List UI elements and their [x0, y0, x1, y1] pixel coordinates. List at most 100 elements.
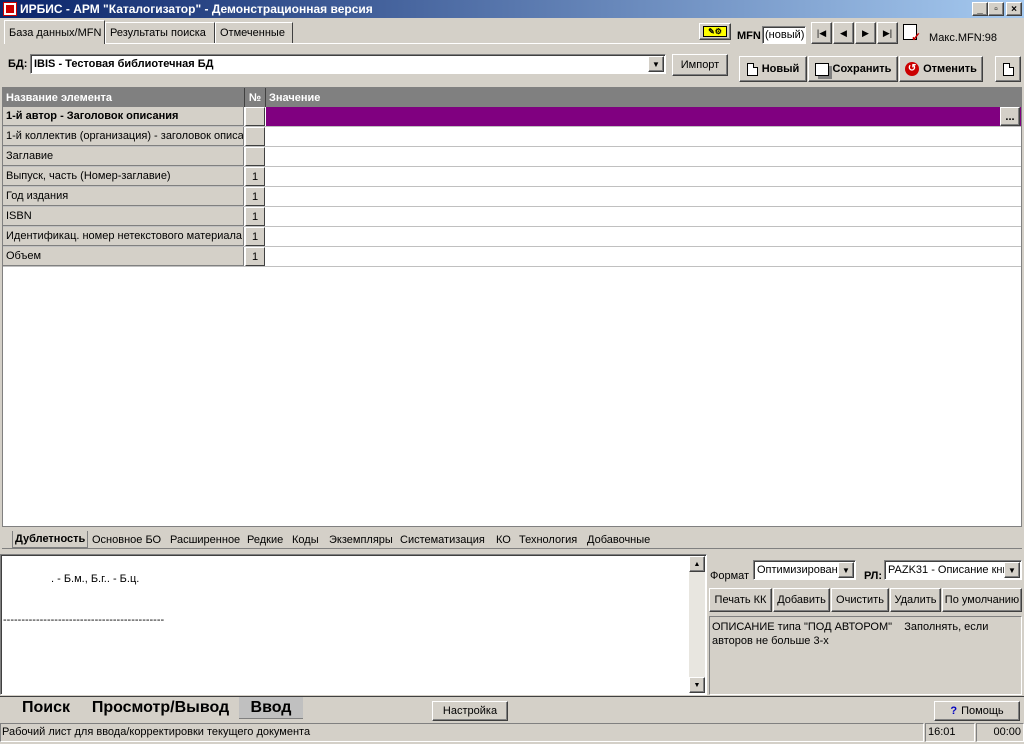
preview-panel: . - Б.м., Б.г.. - Б.ц. -----------------…	[0, 554, 707, 695]
db-value: IBIS - Тестовая библиотечная БД	[34, 58, 214, 70]
row-value-input[interactable]	[266, 227, 1021, 246]
row-num	[245, 107, 265, 126]
preview-line: . - Б.м., Б.г.. - Б.ц.	[51, 573, 140, 585]
settings-button[interactable]: Настройка	[432, 701, 508, 721]
tools-icon: ✎⚙	[703, 26, 727, 37]
prev-record-button[interactable]: ◀	[833, 22, 854, 44]
ellipsis-button[interactable]: ...	[1000, 107, 1020, 126]
tab-database-mfn[interactable]: База данных/MFN	[4, 20, 105, 44]
delete-button[interactable]: Удалить	[890, 588, 941, 612]
row-num: 1	[245, 187, 265, 206]
subtab-baseline	[2, 548, 1022, 549]
row-num: 1	[245, 167, 265, 186]
subtab-technology[interactable]: Технология	[517, 531, 579, 548]
table-row[interactable]: ISBN 1	[3, 207, 1021, 227]
preview-separator: ----------------------------------------…	[3, 614, 165, 626]
next-icon: ▶	[862, 27, 869, 38]
next-record-button[interactable]: ▶	[855, 22, 876, 44]
scroll-down-button[interactable]: ▼	[689, 677, 705, 693]
row-value-input[interactable]	[266, 207, 1021, 226]
tab-search-results[interactable]: Результаты поиска	[105, 22, 215, 43]
record-check-button[interactable]: ✓	[901, 22, 925, 46]
subtab-doublet[interactable]: Дублетность	[12, 531, 89, 548]
table-row[interactable]: 1-й автор - Заголовок описания ...	[3, 107, 1021, 127]
subtab-systematization[interactable]: Систематизация	[398, 531, 487, 548]
minimize-button[interactable]: _	[972, 2, 988, 16]
row-value-input[interactable]	[266, 247, 1021, 266]
window-title: ИРБИС - АРМ "Каталогизатор" - Демонстрац…	[20, 2, 373, 16]
default-button[interactable]: По умолчанию	[942, 588, 1022, 612]
row-value-input[interactable]	[266, 187, 1021, 206]
format-description: ОПИСАНИЕ типа "ПОД АВТОРОМ" Заполнять, е…	[709, 616, 1022, 695]
tab-marked[interactable]: Отмеченные	[215, 22, 293, 43]
row-name: Объем	[3, 247, 244, 266]
add-button[interactable]: Добавить	[773, 588, 830, 612]
tab-view-output[interactable]: Просмотр/Вывод	[83, 697, 238, 719]
db-select[interactable]: IBIS - Тестовая библиотечная БД ▼	[30, 54, 666, 74]
close-button[interactable]: ×	[1006, 2, 1022, 16]
row-name: Идентификац. номер нетекстового материал…	[3, 227, 244, 246]
row-value-input[interactable]	[266, 127, 1021, 146]
format-value: Оптимизирован	[757, 564, 838, 576]
first-record-button[interactable]: |◀	[811, 22, 832, 44]
table-row[interactable]: Заглавие	[3, 147, 1021, 167]
db-dropdown-button[interactable]: ▼	[648, 56, 664, 72]
subtab-copies[interactable]: Экземпляры	[327, 531, 395, 548]
prev-icon: ◀	[840, 27, 847, 38]
last-record-button[interactable]: ▶|	[877, 22, 898, 44]
table-row[interactable]: Идентификац. номер нетекстового материал…	[3, 227, 1021, 247]
subtab-extended[interactable]: Расширенное	[168, 531, 242, 548]
table-row[interactable]: Выпуск, часть (Номер-заглавие) 1	[3, 167, 1021, 187]
rl-dropdown-button[interactable]: ▼	[1004, 562, 1020, 578]
mfn-value: (новый)	[765, 29, 805, 41]
preview-scrollbar[interactable]: ▲ ▼	[689, 556, 705, 693]
status-text: Рабочий лист для ввода/корректировки тек…	[0, 723, 924, 742]
help-button[interactable]: ? Помощь	[934, 701, 1020, 721]
row-num	[245, 127, 265, 146]
first-icon: |◀	[816, 27, 827, 38]
row-name: Заглавие	[3, 147, 244, 166]
subtab-codes[interactable]: Коды	[290, 531, 321, 548]
import-button[interactable]: Импорт	[672, 54, 728, 76]
table-row[interactable]: Объем 1	[3, 247, 1021, 267]
last-icon: ▶|	[882, 27, 893, 38]
row-value-input[interactable]	[266, 107, 1021, 126]
scroll-up-button[interactable]: ▲	[689, 556, 705, 572]
format-dropdown-button[interactable]: ▼	[838, 562, 854, 578]
row-name: Год издания	[3, 187, 244, 206]
row-num	[245, 147, 265, 166]
cancel-button[interactable]: ↺ Отменить	[899, 56, 983, 82]
subtab-basic[interactable]: Основное БО	[90, 531, 163, 548]
cancel-icon: ↺	[905, 62, 920, 76]
format-select[interactable]: Оптимизирован ▼	[753, 560, 856, 580]
tab-input[interactable]: Ввод	[239, 697, 303, 719]
print-settings-button[interactable]	[995, 56, 1021, 82]
maximize-button[interactable]: ▫	[988, 2, 1004, 16]
row-value-input[interactable]	[266, 147, 1021, 166]
app-icon	[3, 2, 17, 16]
tab-panel-edge	[4, 43, 730, 44]
clear-button[interactable]: Очистить	[831, 588, 889, 612]
table-row[interactable]: Год издания 1	[3, 187, 1021, 207]
mfn-label: MFN	[737, 30, 761, 42]
subtab-ko[interactable]: КО	[494, 531, 513, 548]
subtab-rare[interactable]: Редкие	[245, 531, 285, 548]
title-bar: ИРБИС - АРМ "Каталогизатор" - Демонстрац…	[0, 0, 1024, 18]
save-button[interactable]: Сохранить	[808, 56, 898, 82]
document-flag-icon	[1002, 62, 1014, 76]
mfn-input[interactable]: (новый)	[762, 26, 806, 44]
new-button[interactable]: Новый	[739, 56, 807, 82]
grid-header-name: Название элемента	[3, 88, 245, 107]
help-icon: ?	[950, 705, 958, 717]
tools-button[interactable]: ✎⚙	[699, 23, 731, 40]
rl-select[interactable]: PAZK31 - Описание кни ▼	[884, 560, 1022, 580]
db-label: БД:	[8, 58, 28, 70]
record-grid: Название элемента № Значение 1-й автор -…	[2, 87, 1022, 527]
tab-search[interactable]: Поиск	[10, 697, 82, 719]
save-icon	[814, 62, 829, 76]
row-value-input[interactable]	[266, 167, 1021, 186]
chevron-down-icon: ▼	[842, 565, 850, 575]
table-row[interactable]: 1-й коллектив (организация) - заголовок …	[3, 127, 1021, 147]
subtab-additional[interactable]: Добавочные	[585, 531, 652, 548]
print-card-button[interactable]: Печать КК	[709, 588, 772, 612]
